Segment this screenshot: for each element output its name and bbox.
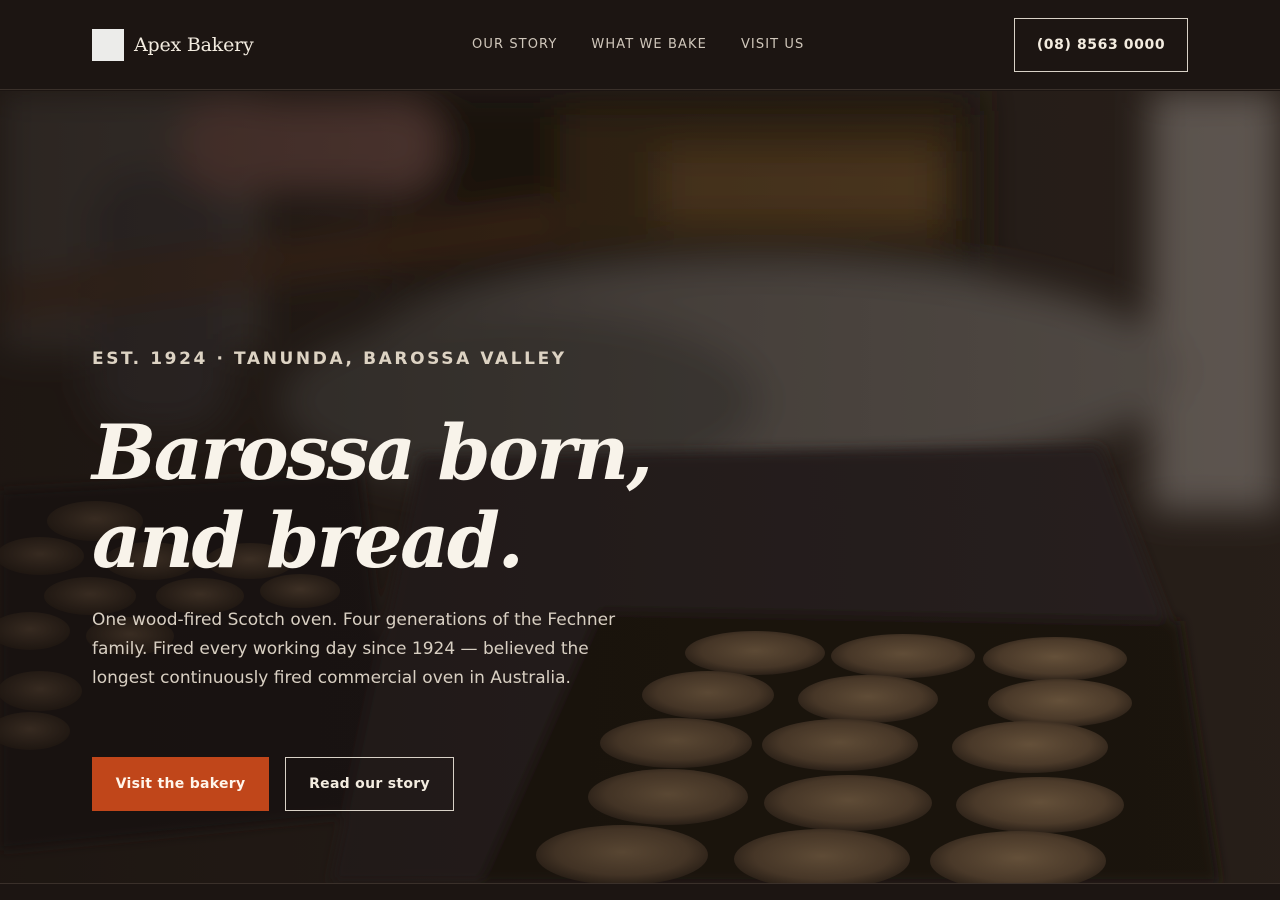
logo-mark-icon [92, 29, 124, 61]
site-header: Apex Bakery OUR STORY WHAT WE BAKE VISIT… [0, 0, 1280, 90]
main-nav: OUR STORY WHAT WE BAKE VISIT US [472, 37, 838, 52]
next-section-edge [0, 883, 1280, 900]
brand-name: Apex Bakery [134, 34, 254, 56]
nav-link-our-story[interactable]: OUR STORY [472, 37, 557, 52]
nav-link-what-we-bake[interactable]: WHAT WE BAKE [591, 37, 707, 52]
brand-logo[interactable]: Apex Bakery [92, 29, 254, 61]
hero-headline-line-1: Barossa born, [92, 408, 653, 497]
visit-bakery-button[interactable]: Visit the bakery [92, 757, 269, 811]
hero-description: One wood-fired Scotch oven. Four generat… [92, 610, 616, 688]
phone-button[interactable]: (08) 8563 0000 [1014, 18, 1188, 72]
hero-headline-line-2: and bread. [92, 496, 524, 585]
hero-eyebrow: EST. 1924 · TANUNDA, BAROSSA VALLEY [92, 349, 567, 369]
hero-section: EST. 1924 · TANUNDA, BAROSSA VALLEY Baro… [0, 91, 1280, 883]
nav-link-visit-us[interactable]: VISIT US [741, 37, 804, 52]
hero-headline: Barossa born, and bread. [92, 408, 653, 585]
read-story-button[interactable]: Read our story [285, 757, 454, 811]
